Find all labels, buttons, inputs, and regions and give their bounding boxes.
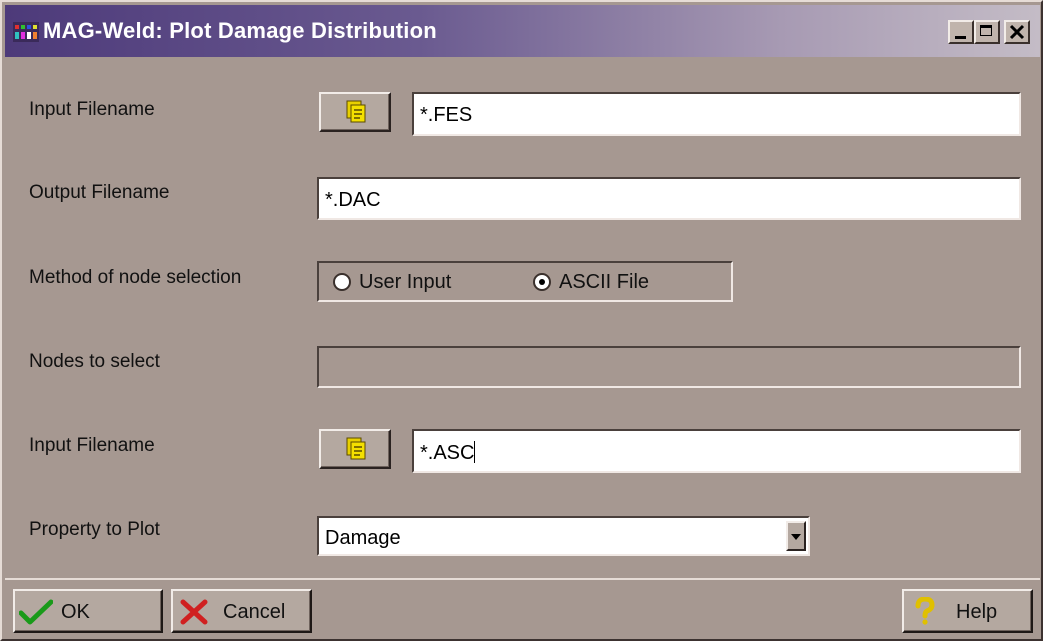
minimize-icon — [955, 36, 966, 39]
checkmark-icon — [19, 599, 53, 625]
folder-browse-icon — [346, 437, 366, 460]
input-filename-2-label: Input Filename — [29, 435, 155, 456]
node-selection-radio-group: User Input ASCII File — [317, 261, 733, 302]
close-button[interactable] — [1004, 20, 1030, 44]
text-caret — [474, 441, 476, 463]
input-filename-2-field[interactable]: *.ASC — [412, 429, 1021, 473]
cancel-label: Cancel — [223, 601, 286, 623]
browse-input-2-button[interactable] — [319, 429, 391, 469]
dialog-window: MAG-Weld: Plot Damage Distribution Input… — [0, 0, 1043, 641]
output-filename-field[interactable]: *.DAC — [317, 177, 1021, 220]
method-of-node-selection-label: Method of node selection — [29, 267, 242, 288]
app-icon — [13, 22, 39, 42]
radio-ascii-file-circle — [533, 273, 551, 291]
property-to-plot-label: Property to Plot — [29, 519, 160, 540]
nodes-to-select-label: Nodes to select — [29, 351, 160, 372]
property-to-plot-value: Damage — [325, 527, 401, 549]
cancel-button[interactable]: Cancel — [171, 589, 312, 633]
help-label: Help — [956, 601, 998, 623]
radio-user-input-circle — [333, 273, 351, 291]
output-filename-label: Output Filename — [29, 182, 170, 203]
red-x-icon — [180, 599, 208, 625]
minimize-button[interactable] — [948, 20, 974, 44]
window-title: MAG-Weld: Plot Damage Distribution — [43, 18, 437, 43]
input-filename-2-value: *.ASC — [420, 442, 475, 464]
ok-label: OK — [61, 601, 90, 623]
maximize-icon — [980, 25, 992, 36]
folder-browse-icon — [346, 100, 366, 123]
nodes-to-select-field — [317, 346, 1021, 388]
radio-selected-dot — [539, 279, 545, 285]
title-bar[interactable]: MAG-Weld: Plot Damage Distribution — [5, 5, 1040, 57]
browse-input-button[interactable] — [319, 92, 391, 132]
input-filename-field[interactable]: *.FES — [412, 92, 1021, 136]
chevron-down-icon — [791, 534, 801, 540]
radio-ascii-file-label: ASCII File — [559, 271, 650, 293]
input-filename-label: Input Filename — [29, 99, 155, 120]
property-to-plot-select[interactable]: Damage — [317, 516, 810, 556]
radio-user-input-label: User Input — [359, 271, 452, 293]
help-button[interactable]: Help — [902, 589, 1033, 633]
close-icon — [1009, 24, 1025, 40]
button-bar: OK Cancel Help — [5, 578, 1040, 640]
ok-button[interactable]: OK — [13, 589, 163, 633]
dropdown-arrow-button[interactable] — [786, 521, 806, 551]
question-mark-icon — [915, 597, 935, 625]
maximize-button[interactable] — [974, 20, 1000, 44]
